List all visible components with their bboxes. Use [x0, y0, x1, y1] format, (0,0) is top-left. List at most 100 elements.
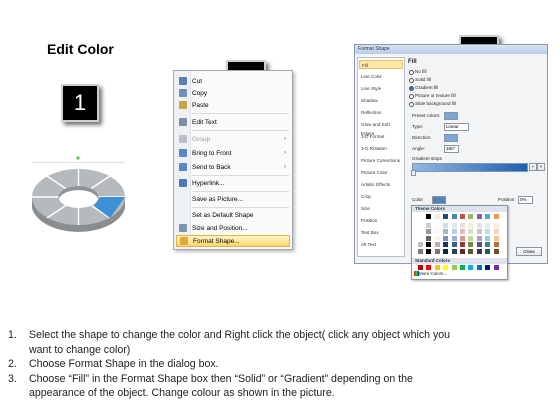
theme-color-swatch[interactable]: [476, 214, 482, 219]
theme-color-swatch[interactable]: [485, 229, 491, 234]
category-line-style[interactable]: Line Style: [359, 84, 403, 93]
menu-item-edit-text[interactable]: Edit Text: [176, 116, 290, 128]
theme-color-swatch[interactable]: [485, 242, 491, 247]
close-button[interactable]: Close: [516, 247, 542, 256]
category-fill[interactable]: Fill: [359, 60, 403, 69]
menu-item-paste[interactable]: Paste: [176, 99, 290, 111]
category-picture-corrections[interactable]: Picture Corrections: [359, 156, 403, 165]
menu-item-copy[interactable]: Copy: [176, 87, 290, 99]
theme-color-swatch[interactable]: [426, 248, 432, 254]
theme-color-swatch[interactable]: [426, 214, 432, 219]
angle-input[interactable]: 180°: [444, 145, 459, 153]
rotation-handle[interactable]: [76, 156, 80, 160]
category-alt-text[interactable]: Alt Text: [359, 240, 403, 249]
theme-color-swatch[interactable]: [476, 222, 482, 228]
theme-color-swatch[interactable]: [468, 248, 474, 254]
theme-color-swatch[interactable]: [418, 235, 423, 241]
theme-color-swatch[interactable]: [426, 242, 432, 247]
theme-color-swatch[interactable]: [493, 242, 499, 247]
radio-no-fill[interactable]: [409, 70, 414, 75]
theme-color-swatch[interactable]: [434, 214, 440, 219]
category-reflection[interactable]: Reflection: [359, 108, 403, 117]
standard-color-swatch[interactable]: [434, 265, 440, 270]
category-size[interactable]: Size: [359, 204, 403, 213]
context-menu[interactable]: Cut Copy Paste Edit Text Group › Bring to…: [173, 70, 293, 250]
theme-color-swatch[interactable]: [443, 235, 449, 241]
theme-color-swatch[interactable]: [493, 235, 499, 241]
theme-color-swatch[interactable]: [451, 235, 457, 241]
standard-color-swatch[interactable]: [468, 265, 474, 270]
category-glow[interactable]: Glow and Soft Edges: [359, 120, 403, 136]
category-3d-format[interactable]: 3-D Format: [359, 132, 403, 141]
theme-color-swatch[interactable]: [451, 242, 457, 247]
theme-color-swatch[interactable]: [493, 214, 499, 219]
gradient-stops-bar[interactable]: [412, 163, 528, 172]
theme-color-swatch[interactable]: [426, 235, 432, 241]
radio-gradient-fill[interactable]: [409, 86, 414, 91]
theme-color-swatch[interactable]: [485, 235, 491, 241]
color-picker-button[interactable]: [432, 196, 446, 204]
theme-color-swatch[interactable]: [460, 235, 465, 241]
theme-color-swatch[interactable]: [476, 242, 482, 247]
category-shadow[interactable]: Shadow: [359, 96, 403, 105]
category-3d-rotation[interactable]: 3-D Rotation: [359, 144, 403, 153]
theme-color-swatch[interactable]: [451, 222, 457, 228]
theme-color-swatch[interactable]: [426, 229, 432, 234]
add-stop-button[interactable]: +: [529, 163, 537, 171]
theme-color-swatch[interactable]: [418, 242, 423, 247]
radio-picture-fill[interactable]: [409, 94, 414, 99]
theme-color-swatch[interactable]: [468, 229, 474, 234]
standard-color-swatch[interactable]: [476, 265, 482, 270]
standard-color-swatch[interactable]: [418, 265, 423, 270]
theme-color-swatch[interactable]: [451, 248, 457, 254]
direction-dropdown[interactable]: [444, 134, 458, 142]
standard-color-swatch[interactable]: [443, 265, 449, 270]
theme-color-swatch[interactable]: [468, 214, 474, 219]
menu-item-bring-to-front[interactable]: Bring to Front ›: [176, 147, 290, 159]
theme-color-swatch[interactable]: [460, 248, 465, 254]
standard-color-swatch[interactable]: [460, 265, 465, 270]
theme-color-swatch[interactable]: [476, 248, 482, 254]
theme-color-swatch[interactable]: [468, 235, 474, 241]
standard-color-swatch[interactable]: [451, 265, 457, 270]
menu-item-hyperlink[interactable]: Hyperlink...: [176, 177, 290, 189]
theme-color-swatch[interactable]: [476, 229, 482, 234]
theme-color-swatch[interactable]: [460, 229, 465, 234]
theme-color-swatch[interactable]: [451, 214, 457, 219]
preset-colors-dropdown[interactable]: [444, 112, 458, 120]
standard-color-swatch[interactable]: [493, 265, 499, 270]
color-palette-popup[interactable]: Theme Colors Standard Colors More Colors…: [411, 205, 508, 280]
theme-color-swatch[interactable]: [493, 229, 499, 234]
remove-stop-button[interactable]: ×: [537, 163, 545, 171]
category-position[interactable]: Position: [359, 216, 403, 225]
theme-color-swatch[interactable]: [434, 242, 440, 247]
menu-item-size-position[interactable]: Size and Position...: [176, 222, 290, 234]
type-dropdown[interactable]: Linear: [444, 123, 469, 131]
radio-slide-background-fill[interactable]: [409, 102, 414, 107]
theme-color-swatch[interactable]: [418, 222, 423, 228]
standard-color-swatch[interactable]: [485, 265, 491, 270]
theme-color-swatch[interactable]: [460, 214, 465, 219]
theme-color-swatch[interactable]: [434, 222, 440, 228]
menu-item-save-as-picture[interactable]: Save as Picture...: [176, 193, 290, 205]
menu-item-cut[interactable]: Cut: [176, 75, 290, 87]
category-crop[interactable]: Crop: [359, 192, 403, 201]
theme-color-swatch[interactable]: [443, 248, 449, 254]
theme-color-swatch[interactable]: [460, 222, 465, 228]
menu-item-format-shape[interactable]: Format Shape...: [176, 235, 290, 247]
category-list[interactable]: Fill Line Color Line Style Shadow Reflec…: [357, 57, 405, 257]
more-colors-link[interactable]: More Colors...: [419, 271, 447, 276]
theme-color-swatch[interactable]: [418, 248, 423, 254]
category-picture-color[interactable]: Picture Color: [359, 168, 403, 177]
category-line-color[interactable]: Line Color: [359, 72, 403, 81]
menu-item-send-to-back[interactable]: Send to Back ›: [176, 161, 290, 173]
theme-color-swatch[interactable]: [485, 214, 491, 219]
theme-color-swatch[interactable]: [468, 242, 474, 247]
gradient-stop-handle[interactable]: [411, 170, 416, 176]
theme-color-swatch[interactable]: [451, 229, 457, 234]
theme-color-swatch[interactable]: [434, 235, 440, 241]
theme-color-swatch[interactable]: [434, 248, 440, 254]
theme-color-swatch[interactable]: [468, 222, 474, 228]
theme-color-swatch[interactable]: [434, 229, 440, 234]
menu-item-set-default-shape[interactable]: Set as Default Shape: [176, 209, 290, 221]
